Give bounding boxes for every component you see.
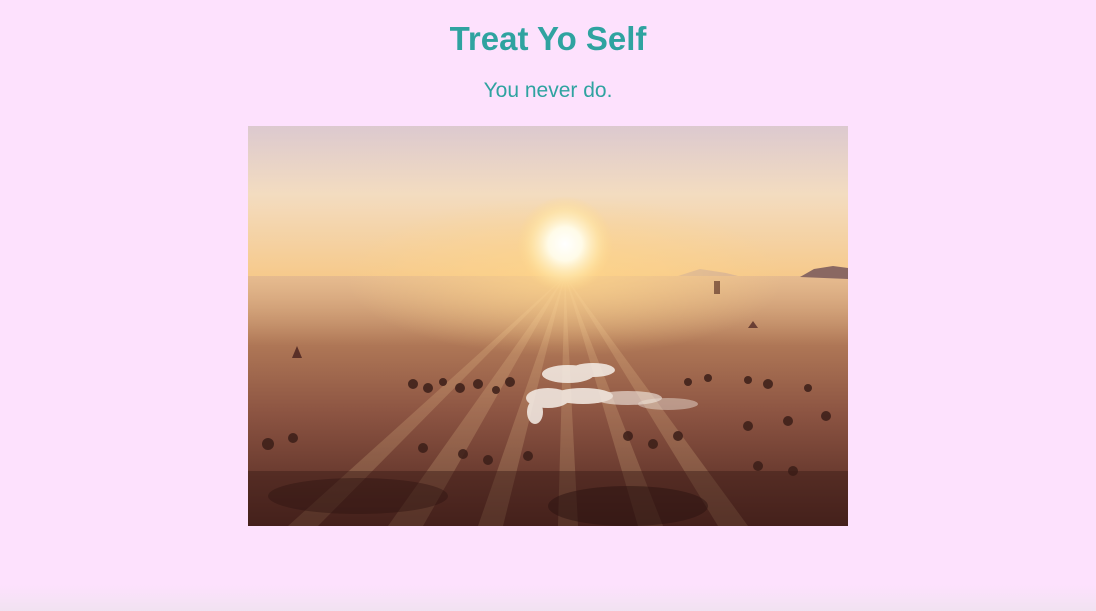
page-subtitle: You never do.: [483, 79, 613, 102]
page: Treat Yo Self You never do.: [0, 0, 1096, 611]
sunrise-landscape-image: [248, 126, 848, 526]
page-title: Treat Yo Self: [449, 20, 647, 57]
bottom-shadow: [0, 585, 1096, 611]
